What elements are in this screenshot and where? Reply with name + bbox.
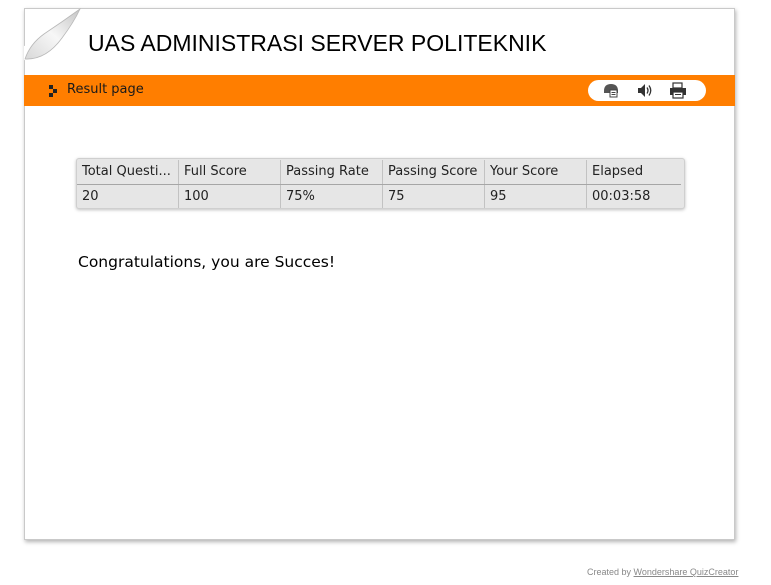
header-elapsed: Elapsed (592, 164, 644, 179)
footer-credit: Created by Wondershare QuizCreator (587, 567, 738, 577)
result-message: Congratulations, you are Succes! (78, 253, 336, 271)
header-passing-rate: Passing Rate (281, 160, 383, 184)
orange-toolbar: Result page (24, 75, 735, 106)
value-your-score: 95 (485, 185, 587, 208)
header-passing-score: Passing Score (383, 160, 485, 184)
value-total-questions: 20 (77, 185, 179, 208)
header-your-score: Your Score (485, 160, 587, 184)
print-icon[interactable] (669, 82, 687, 99)
footer-credit-prefix: Created by (587, 567, 632, 577)
toolbar-button-group (588, 80, 706, 101)
value-full-score: 100 (179, 185, 281, 208)
result-table: Total Questi... Full Score Passing Rate … (76, 158, 685, 209)
result-page-label: Result page (67, 82, 144, 97)
table-header-row: Total Questi... Full Score Passing Rate … (77, 160, 681, 185)
header-total-questions: Total Questi... (77, 160, 179, 184)
value-passing-score: 75 (383, 185, 485, 208)
footer-credit-link[interactable]: Wondershare QuizCreator (634, 567, 739, 577)
review-icon[interactable] (602, 82, 620, 99)
value-passing-rate: 75% (281, 185, 383, 208)
table-row: 20 100 75% 75 95 00:03:58 (77, 185, 681, 208)
value-elapsed: 00:03:58 (592, 189, 651, 204)
sound-icon[interactable] (636, 82, 654, 99)
page-curl-decoration (24, 8, 92, 61)
page-title: UAS ADMINISTRASI SERVER POLITEKNIK (88, 30, 547, 56)
page-bullet-icon (49, 85, 57, 97)
header-full-score: Full Score (179, 160, 281, 184)
